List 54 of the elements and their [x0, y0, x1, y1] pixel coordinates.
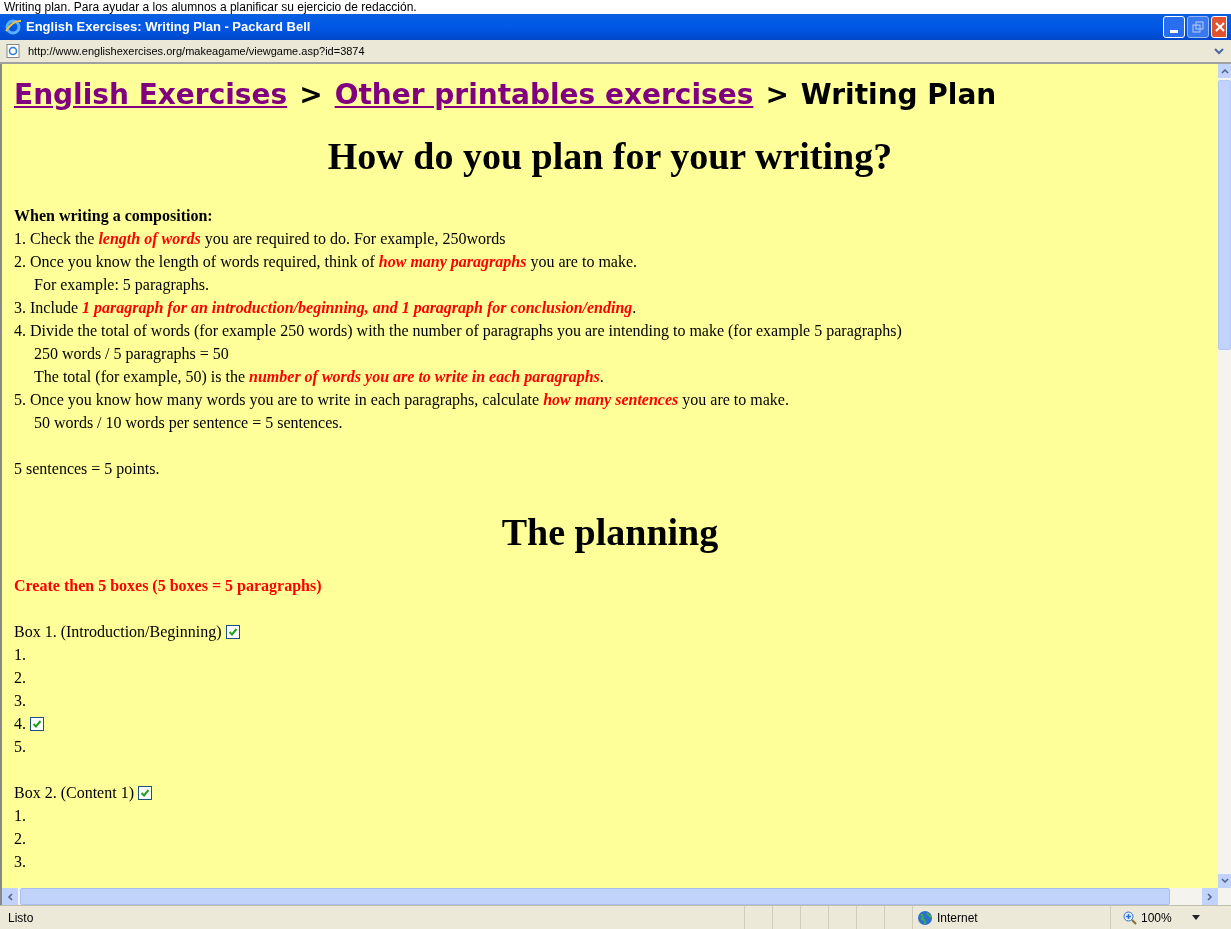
- breadcrumb-separator: >: [765, 78, 789, 112]
- instruction-text: Create then 5 boxes (5 boxes = 5 paragraphs): [14, 576, 323, 597]
- step-text: 4. Divide the total of words (for example 250 words) with the number of paragraphs you are intending to make (for example 5 paragraphs): [14, 321, 903, 342]
- url-text: http://www.englishexercises.org/makeagame/viewgame.asp?id=3874: [28, 43, 365, 59]
- window-title: English Exercises: Writing Plan - Packard Bell: [26, 18, 311, 37]
- note-text: 5 sentences = 5 points.: [14, 459, 161, 480]
- line-number: 2.: [14, 829, 26, 849]
- step-text: 2. Once you know the length of words required, think of how many paragraphs you are to make.: [14, 252, 639, 273]
- line-number: 1.: [14, 645, 26, 665]
- page-heading: How do you plan for your writing?: [326, 134, 894, 178]
- close-icon: [1214, 21, 1226, 33]
- step-text: 250 words / 5 paragraphs = 50: [33, 344, 230, 365]
- step-text: 5. Once you know how many words you are to write in each paragraphs, calculate how many sentences you are to make.: [14, 390, 790, 411]
- caret-down-icon[interactable]: [1191, 915, 1200, 920]
- step-text: 50 words / 10 words per sentence = 5 sentences.: [33, 413, 344, 434]
- browser-logo-icon: [4, 18, 22, 36]
- chevron-down-icon[interactable]: [1213, 45, 1225, 57]
- close-button[interactable]: [1211, 16, 1227, 38]
- zoom-icon[interactable]: [1123, 910, 1137, 925]
- line-number: 4.: [14, 714, 26, 734]
- line-number: 3.: [14, 852, 26, 872]
- status-text: Listo: [7, 909, 35, 927]
- checkbox[interactable]: [225, 624, 240, 639]
- step-text: The total (for example, 50) is the number of words you are to write in each paragraphs.: [33, 367, 605, 388]
- intro-text: When writing a composition:: [14, 206, 214, 227]
- breadcrumb-link[interactable]: Other printables exercises: [334, 78, 754, 112]
- caption-text: Writing plan. Para ayudar a los alumnos a planificar su ejercicio de redacción.: [0, 0, 1231, 14]
- step-text: For example: 5 paragraphs.: [33, 275, 211, 296]
- breadcrumb-link[interactable]: English Exercises: [14, 78, 288, 112]
- chevron-down-icon[interactable]: [1220, 878, 1229, 884]
- horizontal-scrollbar[interactable]: [0, 888, 1231, 905]
- chevron-up-icon[interactable]: [1220, 68, 1229, 74]
- line-number: 5.: [14, 737, 26, 757]
- chevron-left-icon[interactable]: [7, 892, 13, 901]
- box-title: Box 1. (Introduction/Beginning): [14, 622, 222, 643]
- zoom-level[interactable]: 100%: [1141, 908, 1172, 927]
- section-heading: The planning: [500, 510, 720, 554]
- box-title: Box 2. (Content 1): [14, 783, 134, 804]
- line-number: 1.: [14, 806, 26, 826]
- vertical-scrollbar[interactable]: [1218, 64, 1231, 888]
- checkbox[interactable]: [138, 785, 152, 800]
- minimize-button[interactable]: [1163, 16, 1185, 38]
- line-number: 2.: [14, 668, 26, 688]
- globe-icon: [917, 909, 933, 926]
- step-text: 3. Include 1 paragraph for an introduction/beginning, and 1 paragraph for conclusion/ending.: [14, 298, 638, 319]
- page-icon: [6, 44, 20, 58]
- step-text: 1. Check the length of words you are required to do. For example, 250words: [14, 229, 507, 250]
- breadcrumb-current: Writing Plan: [800, 78, 997, 112]
- zone-text: Internet: [937, 909, 978, 927]
- restore-icon: [1192, 21, 1204, 33]
- breadcrumb-separator: >: [299, 78, 323, 112]
- line-number: 3.: [14, 691, 26, 711]
- checkbox[interactable]: [30, 716, 44, 731]
- chevron-right-icon[interactable]: [1207, 892, 1213, 901]
